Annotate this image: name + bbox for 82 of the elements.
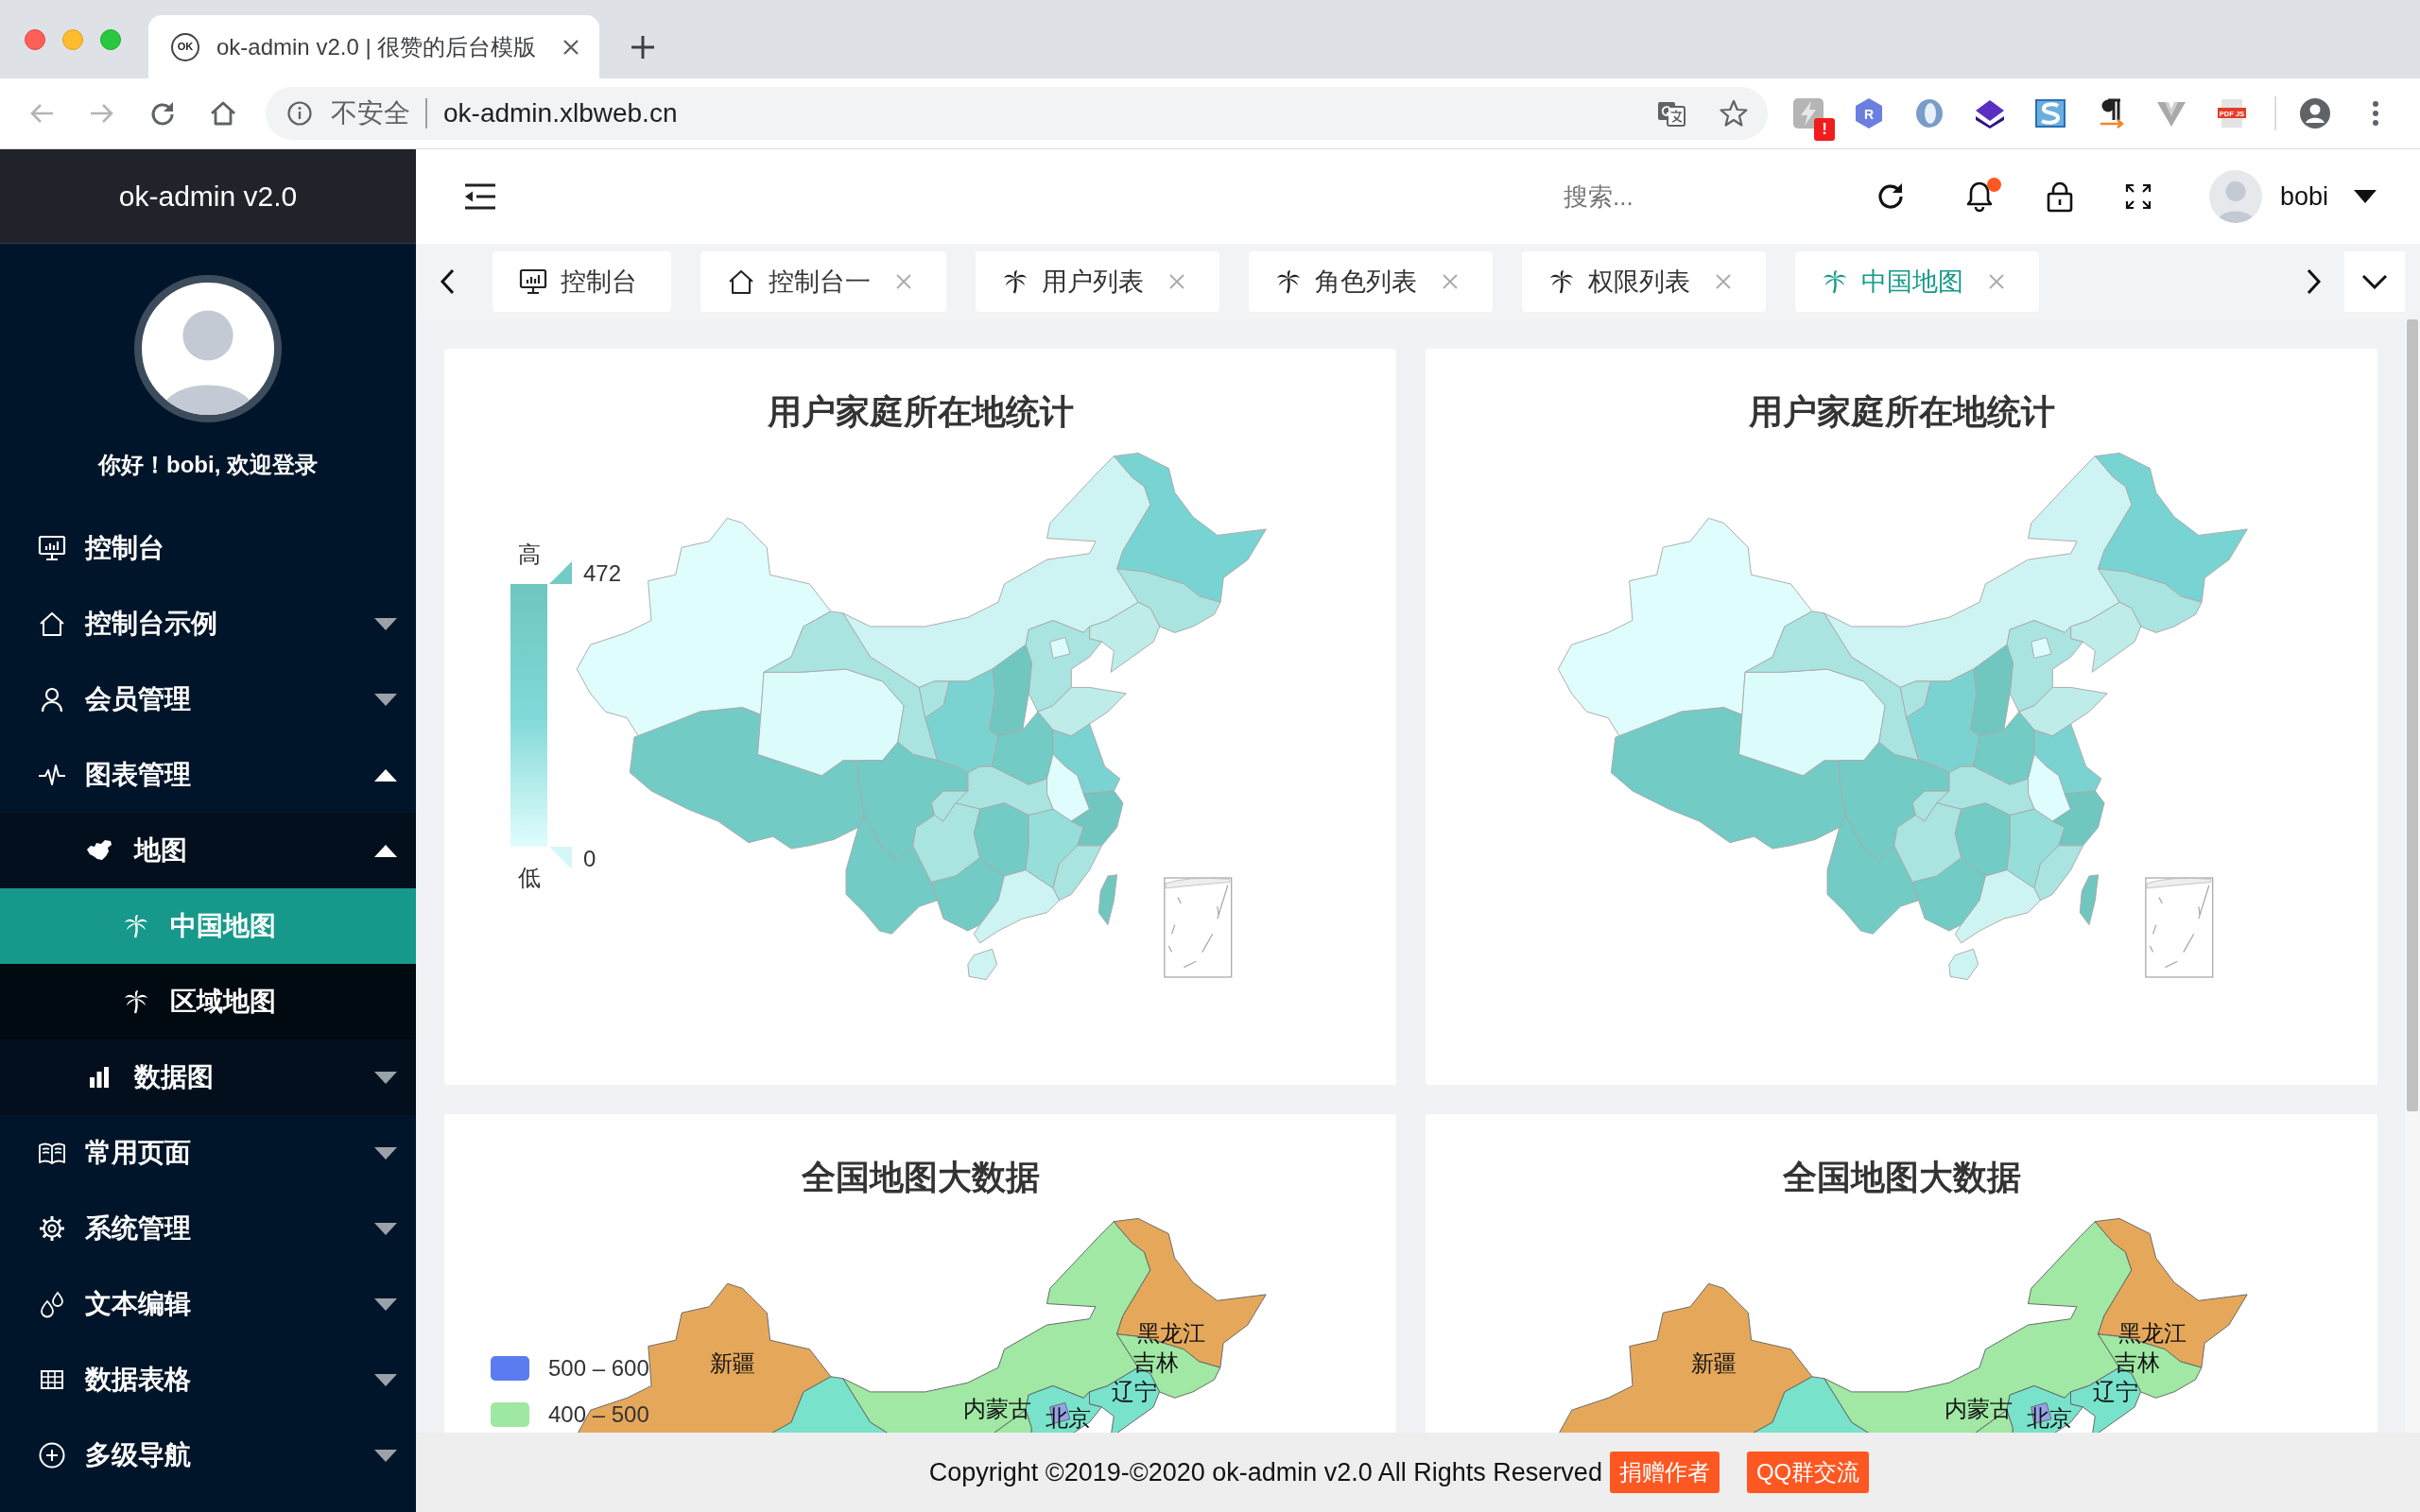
legend-swatch-icon[interactable] xyxy=(491,1356,529,1381)
caret-down-icon[interactable] xyxy=(2354,190,2377,203)
security-label[interactable]: 不安全 xyxy=(331,97,410,129)
legend-label[interactable]: 500 – 600 xyxy=(548,1354,649,1383)
legend-min-value: 0 xyxy=(583,846,596,872)
palm-tree-icon xyxy=(1822,268,1848,295)
region-label: 黑龙江 xyxy=(2118,1321,2187,1346)
page-tab[interactable]: 权限列表 xyxy=(1522,251,1766,312)
monitor-icon xyxy=(519,267,547,296)
legend-swatch-icon[interactable] xyxy=(491,1402,529,1427)
region-label: 内蒙古 xyxy=(1945,1397,2013,1421)
legend-max-value: 472 xyxy=(583,560,622,587)
range-marker-icon xyxy=(549,847,572,869)
star-icon[interactable] xyxy=(1720,99,1748,128)
legend-high-label: 高 xyxy=(518,541,541,568)
scrollbar-thumb[interactable] xyxy=(2407,319,2418,1111)
hexagon-logo-icon[interactable]: R xyxy=(1853,97,1885,129)
layers-icon[interactable] xyxy=(1974,97,2006,129)
palm-tree-icon xyxy=(123,988,149,1015)
chart-title: 用户家庭所在地统计 xyxy=(1748,391,2055,433)
home-icon[interactable] xyxy=(209,99,237,128)
ring-icon[interactable] xyxy=(1913,97,1945,129)
palm-tree-icon xyxy=(1275,268,1302,295)
alert-badge: ! xyxy=(1814,118,1835,141)
region-label: 北京 xyxy=(1046,1406,1091,1431)
chart-title: 全国地图大数据 xyxy=(1782,1157,2021,1198)
region-label: 黑龙江 xyxy=(1137,1321,1205,1346)
palm-tree-icon xyxy=(1002,268,1028,295)
menu-item[interactable]: 地图 xyxy=(0,813,416,888)
username[interactable]: bobi xyxy=(2279,181,2328,212)
chevron-down-icon xyxy=(2361,274,2388,289)
chart-title: 用户家庭所在地统计 xyxy=(767,391,1074,433)
copyright-text: Copyright ©2019-©2020 ok-admin v2.0 All Rights Reserved xyxy=(928,1457,1602,1488)
region-label: 内蒙古 xyxy=(963,1397,1031,1421)
more-vertical-icon[interactable] xyxy=(2372,100,2379,127)
house-icon xyxy=(727,267,755,296)
menu-item[interactable]: 中国地图 xyxy=(0,888,416,964)
region-label: 北京 xyxy=(2027,1406,2072,1431)
page-tab[interactable]: 用户列表 xyxy=(976,251,1219,312)
plus-circle-icon xyxy=(38,1441,66,1469)
house-icon xyxy=(38,610,66,638)
page-tab[interactable]: 控制台 xyxy=(493,251,671,312)
window-close-icon[interactable] xyxy=(25,28,45,50)
drops-icon xyxy=(38,1290,66,1318)
region-label: 新疆 xyxy=(710,1351,755,1376)
favicon: OK xyxy=(171,32,199,61)
gear-icon xyxy=(38,1214,66,1243)
region-label: 吉林 xyxy=(1133,1350,1179,1375)
region-label: 吉林 xyxy=(2115,1350,2160,1375)
chevron-left-icon[interactable] xyxy=(439,268,455,295)
page-tab[interactable]: 中国地图 xyxy=(1795,251,2039,312)
close-tab-icon[interactable] xyxy=(562,37,580,57)
palm-tree-icon xyxy=(1548,268,1575,295)
palm-tree-icon xyxy=(123,913,149,939)
page-tab[interactable]: 控制台一 xyxy=(700,251,946,312)
chart-title: 全国地图大数据 xyxy=(801,1157,1040,1198)
new-tab-icon[interactable] xyxy=(630,33,656,60)
search-field[interactable]: 搜索... xyxy=(1563,173,1772,220)
page-tab[interactable]: 角色列表 xyxy=(1249,251,1493,312)
browser-tab[interactable]: OK ok-admin v2.0 | 很赞的后台模版 xyxy=(148,15,599,78)
translate-icon[interactable] xyxy=(1657,99,1685,128)
tab-menu-button[interactable] xyxy=(2344,251,2405,312)
legend-low-label: 低 xyxy=(518,865,541,891)
menu-item[interactable]: 数据图 xyxy=(0,1040,416,1115)
logo-text[interactable]: ok-admin v2.0 xyxy=(118,179,298,214)
address-bar[interactable]: 不安全 ok-admin.xlbweb.cn xyxy=(266,87,1768,140)
region-label: 新疆 xyxy=(1691,1351,1737,1376)
url-text[interactable]: ok-admin.xlbweb.cn xyxy=(443,97,678,129)
account-icon[interactable] xyxy=(2299,97,2331,129)
collapse-menu-icon[interactable] xyxy=(463,182,497,211)
region-label: 辽宁 xyxy=(2093,1380,2138,1404)
monitor-icon xyxy=(38,534,66,562)
menu-item[interactable]: 区域地图 xyxy=(0,964,416,1040)
lightning-icon[interactable] xyxy=(1792,97,1824,129)
legend-label[interactable]: 400 – 500 xyxy=(548,1400,649,1429)
swoosh-logo-icon[interactable] xyxy=(2034,97,2066,129)
range-marker-icon xyxy=(549,561,572,584)
fullscreen-icon[interactable] xyxy=(2123,182,2152,211)
region-label: 辽宁 xyxy=(1112,1380,1157,1404)
greeting-text: 你好！bobi, 欢迎登录 xyxy=(98,451,318,479)
info-icon[interactable] xyxy=(287,101,312,126)
chevron-right-icon[interactable] xyxy=(2307,268,2322,295)
